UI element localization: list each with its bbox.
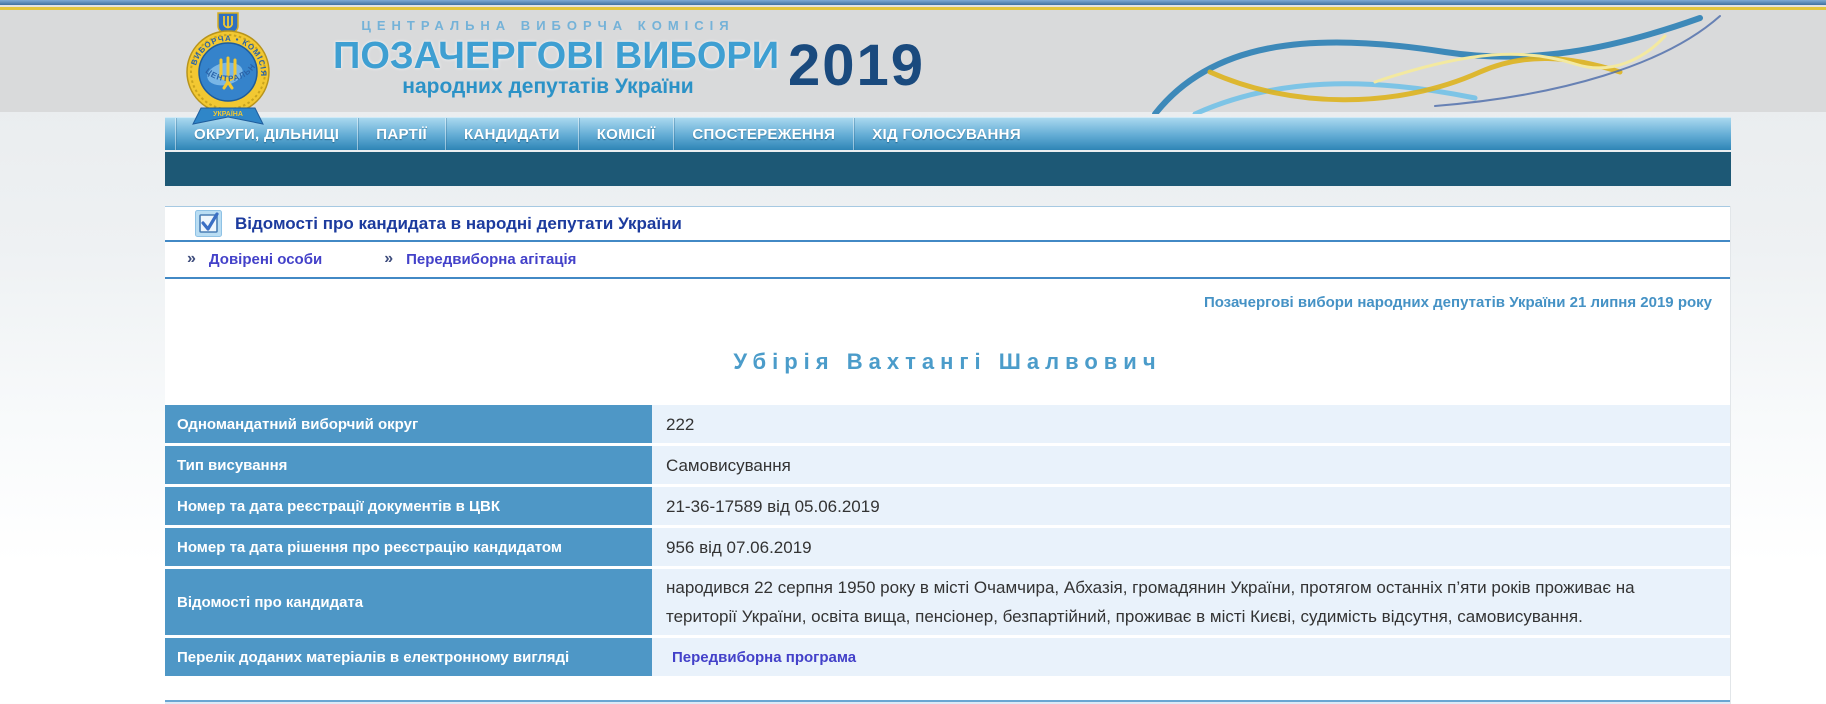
row-value: Передвиборна програма — [652, 638, 1730, 676]
header-titles: ЦЕНТРАЛЬНА ВИБОРЧА КОМІСІЯ ПОЗАЧЕРГОВІ В… — [333, 18, 763, 98]
row-value: 956 від 07.06.2019 — [652, 528, 1730, 566]
link-dovireni-osoby[interactable]: Довірені особи — [209, 251, 322, 268]
row-label: Номер та дата реєстрації документів в ЦВ… — [165, 487, 652, 525]
table-row: Перелік доданих матеріалів в електронном… — [165, 638, 1730, 676]
row-value: народився 22 серпня 1950 року в місті Оч… — [652, 569, 1730, 635]
nav-item-kandydaty[interactable]: КАНДИДАТИ — [445, 118, 578, 150]
chevron-right-icon: » — [384, 250, 393, 268]
row-label: Номер та дата рішення про реєстрацію кан… — [165, 528, 652, 566]
footer-copyright: © WWW ІАС "Вибори народних депутатів Укр… — [165, 700, 1730, 704]
emblem-ribbon-text: УКРАЇНА — [213, 110, 243, 118]
table-row: Номер та дата реєстрації документів в ЦВ… — [165, 487, 1730, 525]
election-year: 2019 — [788, 32, 925, 99]
table-row: Одномандатний виборчий округ 222 — [165, 405, 1730, 443]
page-main-title: ПОЗАЧЕРГОВІ ВИБОРИ — [333, 36, 763, 76]
row-label: Перелік доданих матеріалів в електронном… — [165, 638, 652, 676]
commission-label: ЦЕНТРАЛЬНА ВИБОРЧА КОМІСІЯ — [333, 18, 763, 33]
main-nav: ОКРУГИ, ДІЛЬНИЦІ ПАРТІЇ КАНДИДАТИ КОМІСІ… — [165, 117, 1731, 150]
nav-item-komisii[interactable]: КОМІСІЇ — [578, 118, 674, 150]
candidate-info-table: Одномандатний виборчий округ 222 Тип вис… — [165, 405, 1730, 676]
nav-item-khid-holosuvannia[interactable]: ХІД ГОЛОСУВАННЯ — [853, 118, 1039, 150]
section-header: Відомості про кандидата в народні депута… — [165, 206, 1730, 242]
nav-item-partii[interactable]: ПАРТІЇ — [357, 118, 445, 150]
page-sub-title: народних депутатів України — [333, 76, 763, 98]
decorative-swoosh — [1140, 10, 1740, 114]
row-label: Одномандатний виборчий округ — [165, 405, 652, 443]
secondary-nav-bar — [165, 152, 1731, 186]
chevron-right-icon: » — [187, 250, 196, 268]
election-note: Позачергові вибори народних депутатів Ук… — [165, 279, 1730, 311]
site-header: ВИБОРЧА • КОМІСІЯ ЦЕНТРАЛЬНА УКРАЇНА ЦЕН… — [0, 10, 1826, 112]
table-row: Тип висування Самовисування — [165, 446, 1730, 484]
sub-links-row: » Довірені особи » Передвиборна агітація — [165, 242, 1730, 279]
candidate-name: Убірія Вахтангі Шалвович — [165, 349, 1730, 375]
table-row: Відомості про кандидата народився 22 сер… — [165, 569, 1730, 635]
link-group: » Передвиборна агітація — [384, 250, 576, 268]
row-label: Відомості про кандидата — [165, 569, 652, 635]
row-value: 21-36-17589 від 05.06.2019 — [652, 487, 1730, 525]
row-value: 222 — [652, 405, 1730, 443]
ballot-checkbox-icon — [195, 210, 222, 237]
link-peredvyborna-prohrama[interactable]: Передвиборна програма — [672, 643, 856, 672]
main-content: Відомості про кандидата в народні депута… — [165, 206, 1731, 704]
table-row: Номер та дата рішення про реєстрацію кан… — [165, 528, 1730, 566]
cvk-emblem-icon[interactable]: ВИБОРЧА • КОМІСІЯ ЦЕНТРАЛЬНА УКРАЇНА — [183, 12, 273, 134]
section-title: Відомості про кандидата в народні депута… — [235, 214, 682, 234]
nav-item-sposterezhennia[interactable]: СПОСТЕРЕЖЕННЯ — [673, 118, 853, 150]
link-group: » Довірені особи — [187, 250, 322, 268]
row-value: Самовисування — [652, 446, 1730, 484]
row-label: Тип висування — [165, 446, 652, 484]
link-peredvyborna-ahitatsiia[interactable]: Передвиборна агітація — [406, 251, 576, 268]
